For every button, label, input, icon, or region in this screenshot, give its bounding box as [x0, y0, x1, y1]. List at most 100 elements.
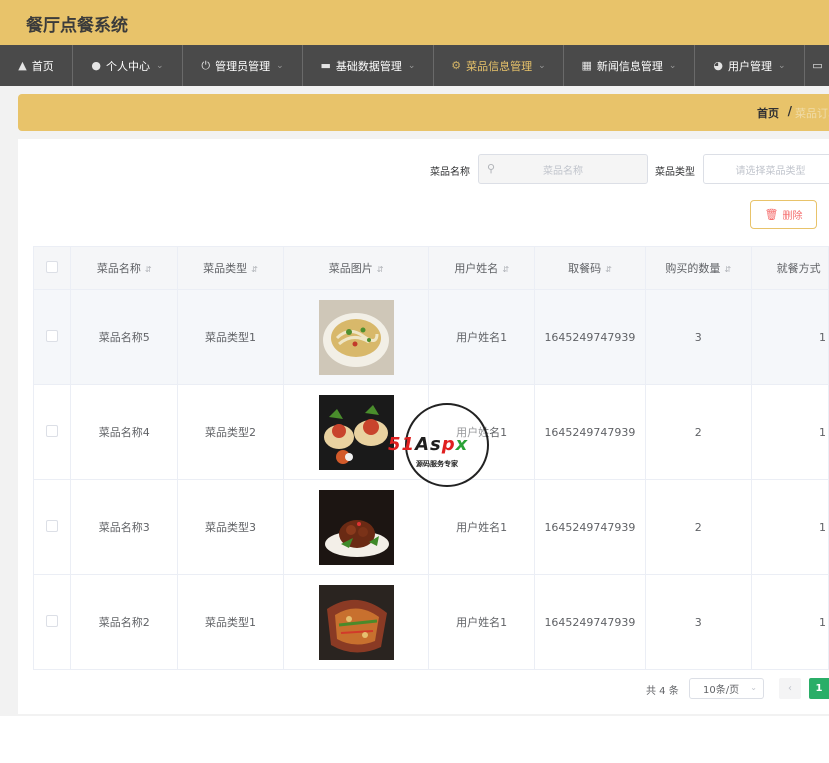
- column-label: 菜品图片: [328, 262, 373, 275]
- column-label: 购买的数量: [665, 262, 721, 275]
- user-name-cell: 用户姓名1: [428, 479, 536, 575]
- column-header[interactable]: 菜品类型 ⇵: [177, 246, 284, 290]
- column-header[interactable]: 取餐码 ⇵: [534, 246, 646, 290]
- chevron-down-icon: ⌄: [778, 60, 786, 71]
- quantity-cell: 2: [644, 384, 752, 480]
- row-checkbox[interactable]: [46, 519, 59, 532]
- column-header[interactable]: 菜品图片 ⇵: [282, 246, 430, 290]
- watermark-logo: 51Aspx 源码服务专家: [388, 403, 489, 487]
- watermark-brand-51: 51: [388, 434, 416, 455]
- sort-icon[interactable]: ⇵: [251, 265, 258, 274]
- sort-icon[interactable]: ⇵: [145, 265, 152, 274]
- app-title: 餐厅点餐系统: [26, 16, 128, 36]
- breadcrumb: 首页 / 菜品订单: [18, 94, 829, 131]
- dish-type-placeholder: 请选择菜品类型: [735, 165, 806, 177]
- pagination-total: 共 4 条: [646, 686, 679, 697]
- dish-type-cell: 菜品类型1: [177, 574, 284, 670]
- monitor-icon: ▬: [320, 59, 331, 72]
- delete-label: 删除: [782, 211, 803, 222]
- quantity-cell: 3: [644, 574, 752, 670]
- home-icon: ▲: [18, 59, 27, 72]
- breadcrumb-separator: /: [787, 104, 792, 118]
- nav-item-home[interactable]: ▲ 首页: [0, 45, 73, 86]
- nav-item-admin[interactable]: ⏻ 管理员管理 ⌄: [183, 45, 303, 86]
- nav-item-more[interactable]: ▭: [805, 45, 829, 86]
- pickup-code-cell: 1645249747939: [534, 479, 646, 575]
- dish-image[interactable]: [318, 299, 394, 375]
- chevron-down-icon: ⌄: [276, 60, 284, 71]
- gear-icon: ⚙: [451, 59, 462, 72]
- chevron-down-icon: ⌄: [668, 60, 677, 71]
- column-label: 用户姓名: [454, 262, 499, 275]
- chevron-down-icon: ⌄: [407, 60, 416, 71]
- page-size-select[interactable]: 10条/页 ⌄: [689, 678, 764, 699]
- column-label: 菜品类型: [203, 262, 248, 275]
- dish-image[interactable]: [318, 394, 394, 470]
- row-checkbox[interactable]: [46, 614, 59, 627]
- sort-icon[interactable]: ⇵: [724, 265, 731, 274]
- watermark-brand-x: x: [455, 434, 469, 455]
- page-number-current[interactable]: 1: [809, 678, 829, 699]
- nav-item-news[interactable]: ▦ 新闻信息管理 ⌄: [564, 45, 695, 86]
- nav-item-users[interactable]: ◕ 用户管理 ⌄: [695, 45, 805, 86]
- nav-item-profile[interactable]: ● 个人中心 ⌄: [73, 45, 183, 86]
- folder-icon: ▭: [812, 59, 823, 72]
- table-row[interactable]: 菜品名称3 菜品类型3 用户姓名1 1645249747939 2 1: [32, 479, 829, 575]
- dish-type-cell: 菜品类型3: [177, 479, 284, 575]
- dining-mode-cell: 1: [750, 479, 829, 575]
- prev-page-button[interactable]: ‹: [779, 678, 801, 699]
- sort-icon[interactable]: ⇵: [605, 265, 612, 274]
- dish-name-cell: 菜品名称4: [70, 384, 179, 480]
- dish-image[interactable]: [318, 584, 394, 660]
- select-all-checkbox[interactable]: [46, 260, 59, 273]
- column-header[interactable]: 购买的数量 ⇵: [644, 246, 752, 290]
- quantity-cell: 2: [644, 479, 752, 575]
- chevron-down-icon: ⌄: [156, 60, 164, 71]
- title-bar: 餐厅点餐系统: [0, 0, 829, 45]
- dining-mode-cell: 1: [750, 384, 829, 480]
- sort-icon[interactable]: ⇵: [377, 265, 384, 274]
- column-header[interactable]: 菜品名称 ⇵: [70, 246, 179, 290]
- dish-type-cell: 菜品类型1: [177, 289, 284, 385]
- column-header[interactable]: 就餐方式: [750, 246, 829, 290]
- row-checkbox[interactable]: [46, 424, 59, 437]
- nav-item-label: 菜品信息管理: [466, 59, 533, 73]
- dish-type-cell: 菜品类型2: [177, 384, 284, 480]
- table-row[interactable]: 菜品名称2 菜品类型1 用户姓名1 1645249747939 3 1: [32, 574, 829, 670]
- power-icon: ⏻: [201, 58, 211, 72]
- pickup-code-cell: 1645249747939: [534, 574, 646, 670]
- dish-name-input[interactable]: ⚲ 菜品名称: [478, 154, 648, 184]
- watermark-brand-p: p: [441, 434, 456, 455]
- nav-item-label: 管理员管理: [215, 59, 271, 73]
- row-checkbox[interactable]: [46, 329, 59, 342]
- breadcrumb-current: 菜品订单: [795, 107, 829, 120]
- table-row[interactable]: 菜品名称5 菜品类型1 用户姓名1 1645249747939 3 1: [32, 289, 829, 385]
- dish-image-cell: [282, 289, 430, 385]
- nav-item-label: 个人中心: [106, 59, 151, 73]
- watermark-brand: 51Aspx: [388, 434, 468, 455]
- watermark-subtitle: 源码服务专家: [416, 460, 458, 468]
- sort-icon[interactable]: ⇵: [502, 265, 509, 274]
- select-all-cell: [32, 246, 72, 290]
- dish-name-cell: 菜品名称3: [70, 479, 179, 575]
- dish-image-cell: [282, 574, 430, 670]
- nav-item-label: 用户管理: [728, 59, 773, 73]
- dish-image[interactable]: [318, 489, 394, 565]
- nav-item-dish-info[interactable]: ⚙ 菜品信息管理 ⌄: [434, 45, 564, 86]
- chevron-left-icon: ‹: [788, 683, 792, 694]
- breadcrumb-home[interactable]: 首页: [757, 105, 779, 121]
- dish-name-cell: 菜品名称2: [70, 574, 179, 670]
- pickup-code-cell: 1645249747939: [534, 289, 646, 385]
- chevron-down-icon: ⌄: [750, 683, 757, 692]
- nav-item-label: 基础数据管理: [335, 59, 402, 73]
- dish-type-label: 菜品类型: [655, 167, 695, 178]
- quantity-cell: 3: [644, 289, 752, 385]
- nav-item-base-data[interactable]: ▬ 基础数据管理 ⌄: [303, 45, 434, 86]
- delete-button[interactable]: 🗑 删除: [750, 200, 817, 229]
- column-header[interactable]: 用户姓名 ⇵: [428, 246, 536, 290]
- dish-type-select[interactable]: 请选择菜品类型: [703, 154, 829, 184]
- nav-item-label: 首页: [31, 59, 54, 73]
- column-label: 取餐码: [568, 262, 602, 275]
- user-icon: ●: [91, 59, 102, 72]
- user-name-cell: 用户姓名1: [428, 574, 536, 670]
